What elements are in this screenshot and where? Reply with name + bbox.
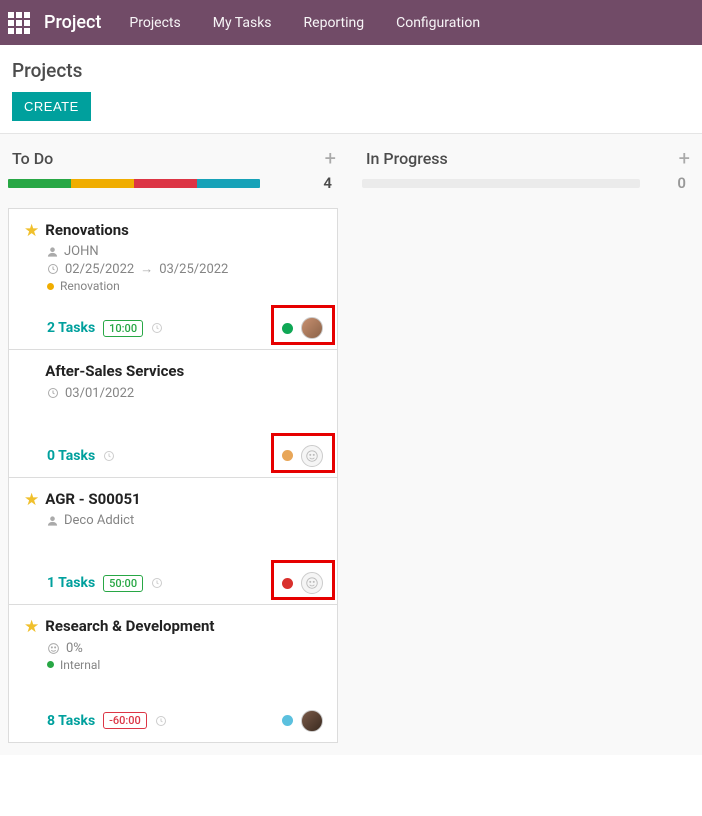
nav-item-projects[interactable]: Projects bbox=[129, 15, 180, 31]
project-card[interactable]: ★ Research & Development 0% Internal 8 T… bbox=[9, 605, 337, 741]
tag-dot-icon bbox=[47, 283, 54, 290]
avatar[interactable] bbox=[301, 710, 323, 732]
time-badge: 50:00 bbox=[103, 575, 143, 592]
tasks-link[interactable]: 2 Tasks bbox=[47, 320, 95, 336]
nav-item-configuration[interactable]: Configuration bbox=[396, 15, 480, 31]
clock-icon bbox=[151, 322, 163, 334]
column-title: To Do bbox=[12, 149, 53, 168]
person-icon bbox=[47, 515, 58, 527]
kanban-board: To Do + 4 ★ Renovations JOHN bbox=[0, 134, 702, 755]
column-inprogress: In Progress + 0 bbox=[362, 146, 692, 743]
top-nav: Project Projects My Tasks Reporting Conf… bbox=[0, 0, 702, 45]
status-dot[interactable] bbox=[282, 450, 293, 461]
star-icon[interactable]: ★ bbox=[24, 221, 39, 241]
card-title: AGR - S00051 bbox=[45, 490, 140, 508]
column-todo: To Do + 4 ★ Renovations JOHN bbox=[8, 146, 338, 743]
nav-item-my-tasks[interactable]: My Tasks bbox=[213, 15, 272, 31]
tag-label: Internal bbox=[60, 658, 100, 672]
brand-label: Project bbox=[44, 12, 101, 33]
date-start: 02/25/2022 bbox=[65, 262, 134, 277]
card-title: After-Sales Services bbox=[45, 362, 184, 380]
star-icon[interactable]: ★ bbox=[24, 617, 39, 637]
page-title: Projects bbox=[12, 59, 686, 82]
create-button[interactable]: CREATE bbox=[12, 92, 91, 121]
clock-icon bbox=[155, 715, 167, 727]
date-end: 03/25/2022 bbox=[159, 262, 228, 277]
nav-item-reporting[interactable]: Reporting bbox=[304, 15, 365, 31]
column-count: 0 bbox=[677, 174, 692, 192]
avatar[interactable] bbox=[301, 445, 323, 467]
star-icon[interactable]: ★ bbox=[24, 490, 39, 510]
status-dot[interactable] bbox=[282, 323, 293, 334]
nav-menu: Projects My Tasks Reporting Configuratio… bbox=[129, 15, 480, 31]
project-card[interactable]: ★ After-Sales Services 03/01/2022 0 Task… bbox=[9, 350, 337, 477]
date-start: 03/01/2022 bbox=[65, 386, 134, 401]
status-dot[interactable] bbox=[282, 578, 293, 589]
smiley-icon bbox=[305, 449, 319, 463]
add-card-icon[interactable]: + bbox=[679, 148, 690, 168]
clock-icon bbox=[47, 387, 59, 399]
page-header: Projects CREATE bbox=[0, 45, 702, 134]
card-title: Research & Development bbox=[45, 617, 214, 635]
partner-label: Deco Addict bbox=[64, 513, 134, 528]
column-title: In Progress bbox=[366, 149, 448, 168]
clock-icon bbox=[103, 450, 115, 462]
clock-icon bbox=[47, 263, 59, 275]
partner-label: JOHN bbox=[64, 244, 99, 259]
smiley-icon bbox=[305, 576, 319, 590]
avatar[interactable] bbox=[301, 572, 323, 594]
person-icon bbox=[47, 246, 58, 258]
apps-icon[interactable] bbox=[8, 12, 30, 34]
tag-label: Renovation bbox=[60, 279, 120, 293]
card-title: Renovations bbox=[45, 221, 129, 239]
add-card-icon[interactable]: + bbox=[325, 148, 336, 168]
tag-dot-icon bbox=[47, 661, 54, 668]
status-dot[interactable] bbox=[282, 715, 293, 726]
smiley-icon bbox=[47, 642, 60, 655]
project-card[interactable]: ★ Renovations JOHN 02/25/2022 → 03/25/20… bbox=[9, 209, 337, 350]
tasks-link[interactable]: 8 Tasks bbox=[47, 713, 95, 729]
column-count: 4 bbox=[323, 174, 338, 192]
card-list: ★ Renovations JOHN 02/25/2022 → 03/25/20… bbox=[8, 208, 338, 743]
time-badge: 10:00 bbox=[103, 320, 143, 337]
tasks-link[interactable]: 1 Tasks bbox=[47, 575, 95, 591]
tasks-link[interactable]: 0 Tasks bbox=[47, 448, 95, 464]
avatar[interactable] bbox=[301, 317, 323, 339]
column-progress bbox=[362, 179, 640, 188]
progress-label: 0% bbox=[66, 641, 83, 656]
clock-icon bbox=[151, 577, 163, 589]
time-badge: -60:00 bbox=[103, 712, 147, 729]
project-card[interactable]: ★ AGR - S00051 Deco Addict 1 Tasks 50:00 bbox=[9, 478, 337, 605]
arrow-icon: → bbox=[140, 261, 153, 277]
column-progress[interactable] bbox=[8, 179, 260, 188]
